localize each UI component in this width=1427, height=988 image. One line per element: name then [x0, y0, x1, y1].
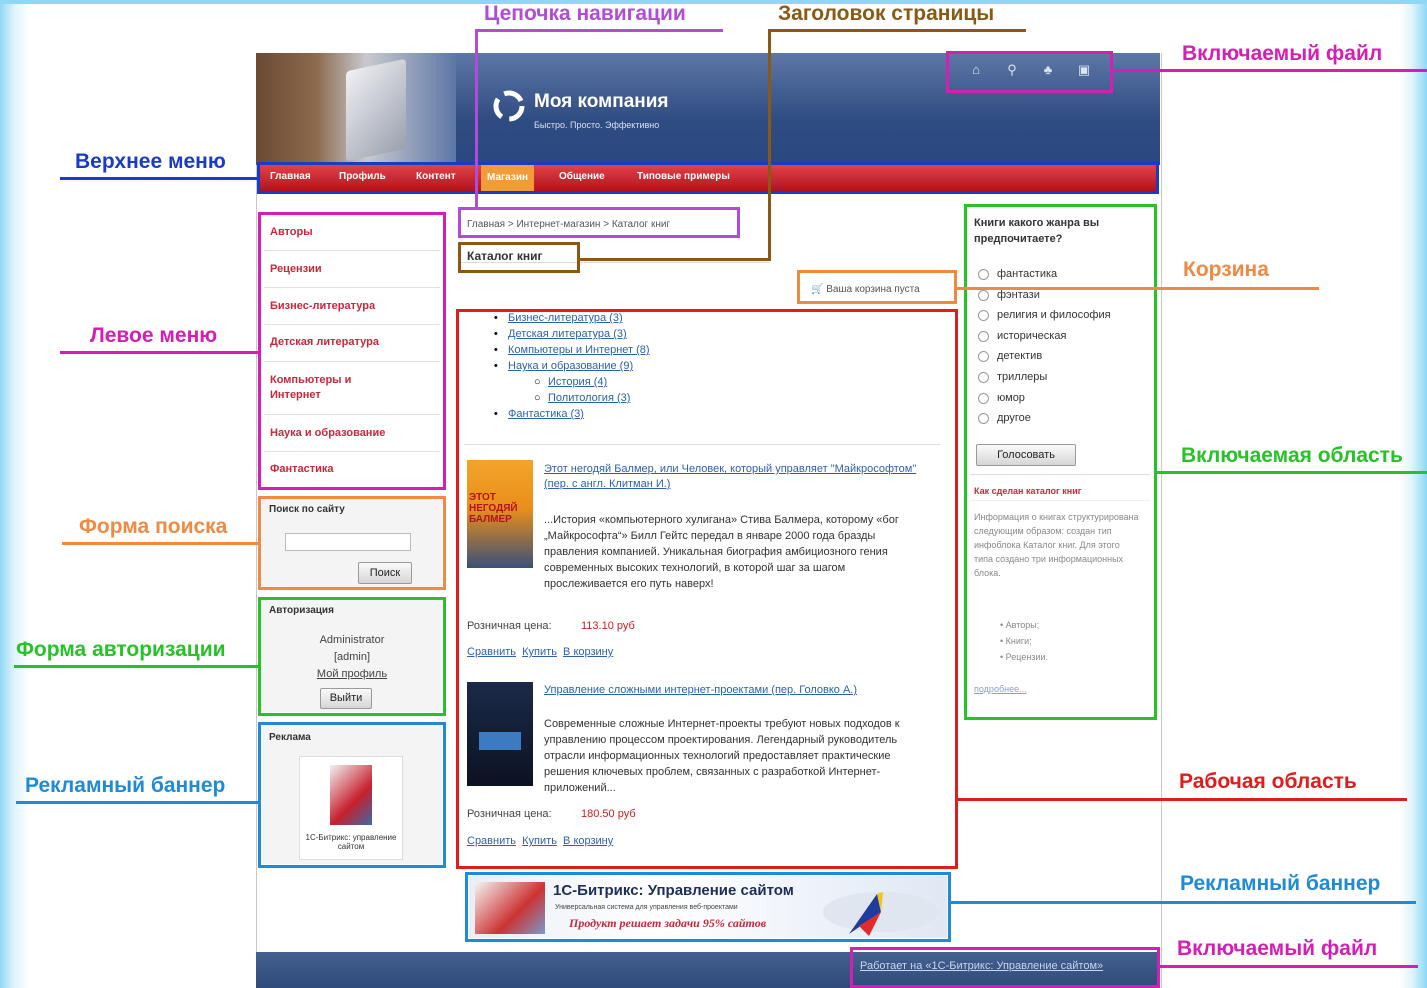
- annotation-line: [580, 258, 771, 261]
- annotation-line: [475, 29, 478, 207]
- annotation-label-breadcrumb: Цепочка навигации: [484, 2, 686, 25]
- annotation-label-search-form: Форма поиска: [79, 515, 228, 538]
- annotation-line: [957, 287, 1319, 290]
- annotation-line: [60, 177, 258, 180]
- annotation-label-left-menu: Левое меню: [90, 324, 218, 347]
- annotation-label-include-area: Включаемая область: [1181, 444, 1403, 467]
- annotation-label-cart: Корзина: [1183, 258, 1269, 281]
- annotation-box-work-area: [456, 309, 958, 869]
- annotation-box-include-file-bottom: [850, 947, 1160, 988]
- annotation-line: [475, 29, 723, 32]
- annotation-box-auth-form: [258, 597, 446, 716]
- annotation-line: [1113, 69, 1427, 72]
- annotation-label-page-title: Заголовок страницы: [778, 2, 995, 25]
- annotation-line: [16, 801, 258, 804]
- annotation-box-ad-left: [258, 722, 446, 868]
- annotation-label-work-area: Рабочая область: [1179, 770, 1357, 793]
- annotation-line: [1157, 471, 1427, 474]
- company-name[interactable]: Моя компания: [534, 91, 669, 113]
- annotation-line: [951, 901, 1416, 904]
- annotation-line: [60, 351, 258, 354]
- annotation-label-auth-form: Форма авторизации: [16, 638, 226, 661]
- annotation-box-include-area: [964, 204, 1157, 720]
- annotation-line: [958, 798, 1407, 801]
- company-logo-icon: [493, 90, 525, 122]
- annotation-label-top-menu: Верхнее меню: [75, 150, 226, 173]
- annotation-line: [14, 665, 258, 668]
- annotation-box-page-title: [458, 242, 580, 273]
- annotation-line: [62, 542, 258, 545]
- annotation-box-include-file-top: [946, 51, 1113, 93]
- annotation-label-ad-bottom: Рекламный баннер: [1180, 872, 1381, 895]
- annotation-box-left-menu: [258, 212, 446, 490]
- annotation-box-breadcrumb: [458, 207, 740, 238]
- background-strip: [0, 0, 1427, 4]
- annotation-line: [1160, 965, 1418, 968]
- annotation-box-cart: [797, 270, 957, 304]
- annotation-label-ad-left: Рекламный баннер: [25, 774, 226, 797]
- annotation-line: [768, 29, 771, 261]
- header-monitor-image: [346, 58, 406, 162]
- annotation-line: [768, 29, 1026, 32]
- annotation-box-top-menu: [257, 162, 1159, 194]
- annotation-label-include-file-top: Включаемый файл: [1182, 42, 1383, 65]
- annotation-box-ad-bottom: [465, 872, 951, 942]
- company-slogan: Быстро. Просто. Эффективно: [534, 120, 660, 130]
- annotation-box-search-form: [258, 496, 446, 590]
- annotation-label-include-file-bottom: Включаемый файл: [1177, 937, 1378, 960]
